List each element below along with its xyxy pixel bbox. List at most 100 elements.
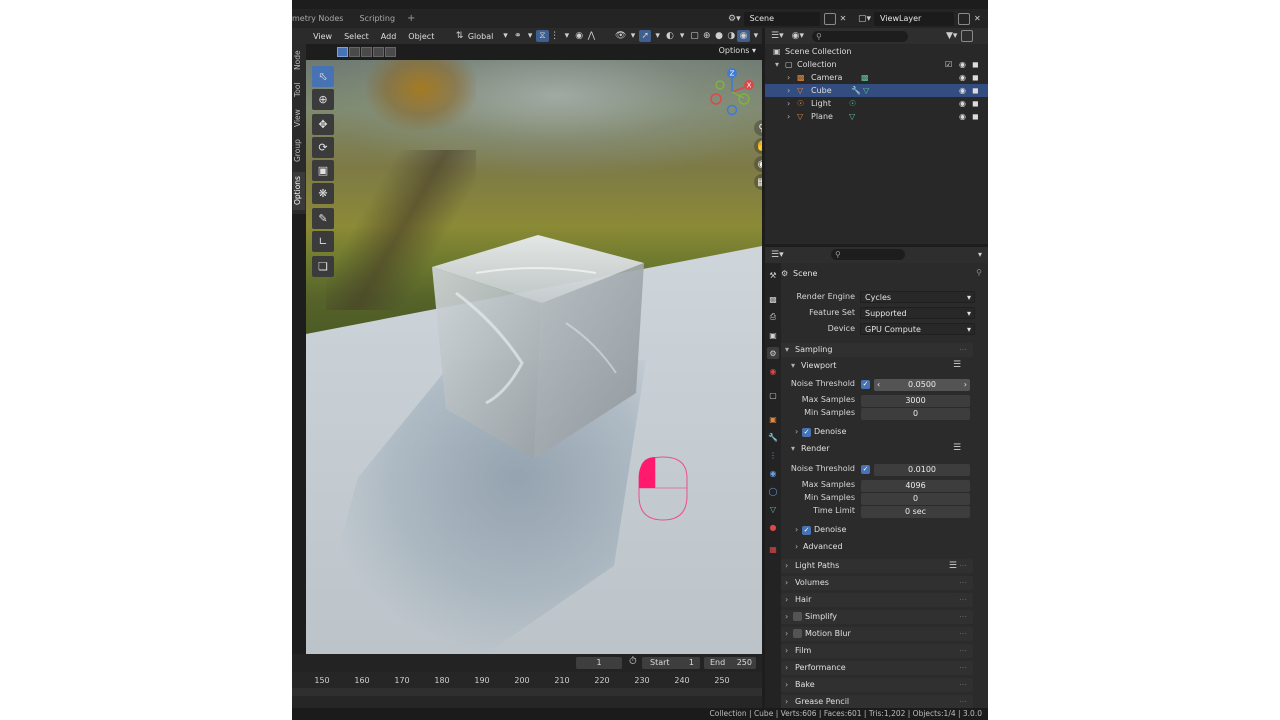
view-layer-tab-icon[interactable]: ▣ (767, 329, 779, 341)
chevron-down-icon[interactable]: ▾ (676, 30, 688, 42)
gizmo-toggle-icon[interactable]: ➚ (639, 30, 652, 42)
chevron-down-icon[interactable]: ▾ (524, 30, 536, 42)
eye-icon[interactable]: ◉ (959, 110, 966, 123)
move-tool-icon[interactable]: ✥ (312, 114, 334, 135)
ice-cube-object[interactable] (426, 233, 652, 463)
measure-tool-icon[interactable]: ∟ (312, 231, 334, 252)
grease-pencil-panel-header[interactable]: › Grease Pencil ⋯ (781, 695, 973, 708)
render-noise-threshold-field[interactable]: 0.0100 (874, 464, 970, 476)
menu-select[interactable]: Select (338, 32, 375, 41)
transform-tool-icon[interactable]: ❋ (312, 183, 334, 204)
menu-object[interactable]: Object (402, 32, 440, 41)
sampling-panel-header[interactable]: ▾ Sampling ⋯ (781, 343, 973, 357)
rotate-tool-icon[interactable]: ⟳ (312, 137, 334, 158)
start-frame-field[interactable]: Start 1 (642, 657, 700, 669)
modifier-tab-icon[interactable]: 🔧 (767, 431, 779, 443)
viewport-subpanel-title[interactable]: Viewport (801, 361, 836, 370)
output-tab-icon[interactable]: ⎙ (767, 311, 779, 323)
editor-type-icon[interactable]: ☰▾ (771, 250, 784, 260)
tab-view[interactable]: View (293, 106, 305, 130)
pivot-icon[interactable]: ⚭ (512, 30, 524, 42)
viewlayer-copy-icon[interactable] (958, 12, 971, 25)
outliner-item-light[interactable]: › ☉ Light ☉ ◉ ◼ (765, 97, 988, 110)
scene-copy-icon[interactable] (823, 12, 836, 25)
data-tab-icon[interactable]: ▽ (767, 503, 779, 515)
render-engine-dropdown[interactable]: Cycles ▾ (860, 291, 975, 303)
perspective-grid-icon[interactable]: ▦ (754, 174, 762, 190)
world-tab-icon[interactable]: ◉ (767, 365, 779, 377)
close-icon[interactable]: ✕ (840, 14, 847, 23)
presets-list-icon[interactable]: ☰ (953, 360, 961, 370)
scene-selector[interactable]: ⚙▾ Scene ✕ (728, 11, 846, 26)
chevron-down-icon[interactable]: ▾ (627, 30, 639, 42)
chevron-right-icon[interactable]: › (795, 525, 798, 534)
viewport-denoise-title[interactable]: Denoise (814, 427, 846, 436)
add-workspace-button[interactable]: + (403, 13, 419, 24)
cursor-tool-icon[interactable]: ⊕ (312, 89, 334, 110)
volumes-panel-header[interactable]: › Volumes ⋯ (781, 576, 973, 590)
film-panel-header[interactable]: › Film ⋯ (781, 644, 973, 658)
render-camera-icon[interactable]: ◼ (972, 71, 979, 84)
chevron-right-icon[interactable]: › (787, 110, 790, 123)
outliner-item-cube[interactable]: › ▽ Cube 🔧 ▽ ◉ ◼ (765, 84, 988, 97)
viewport-min-samples-field[interactable]: 0 (861, 408, 970, 420)
viewlayer-selector[interactable]: ▢▾ ViewLayer ✕ (858, 11, 981, 26)
snap-icon[interactable]: ⧖ (536, 30, 549, 42)
annotate-tool-icon[interactable]: ✎ (312, 208, 334, 229)
light-paths-panel-header[interactable]: › Light Paths ☰ ⋯ (781, 559, 973, 573)
pin-icon[interactable]: ⚲ (976, 268, 982, 277)
chevron-down-icon[interactable]: ▾ (750, 30, 762, 42)
timeline[interactable]: 150 160 170 180 190 200 210 220 230 240 … (292, 672, 762, 708)
render-camera-icon[interactable]: ◼ (972, 58, 979, 71)
viewlayer-name-field[interactable]: ViewLayer (874, 11, 955, 26)
simplify-checkbox[interactable] (793, 612, 802, 621)
tab-group[interactable]: Group (293, 134, 305, 168)
outliner-collection[interactable]: ▾ ▢ Collection ☑ ◉ ◼ (765, 58, 988, 71)
hair-panel-header[interactable]: › Hair ⋯ (781, 593, 973, 607)
close-icon[interactable]: ✕ (974, 14, 981, 23)
orientation-dropdown[interactable]: Global (466, 32, 500, 41)
viewport-noise-threshold-checkbox[interactable]: ✓ (861, 380, 870, 389)
object-tab-icon[interactable]: ▣ (767, 413, 779, 425)
options-dropdown[interactable]: Options ▾ (719, 46, 756, 55)
overlay-icon[interactable]: ◐ (664, 30, 676, 42)
chevron-down-icon[interactable]: ▾ (791, 361, 795, 370)
render-max-samples-field[interactable]: 4096 (861, 480, 970, 492)
viewport-noise-threshold-field[interactable]: ‹ 0.0500 › (874, 379, 970, 391)
viewport-denoise-checkbox[interactable]: ✓ (802, 428, 811, 437)
menu-add[interactable]: Add (375, 32, 403, 41)
motion-blur-checkbox[interactable] (793, 629, 802, 638)
advanced-subpanel-title[interactable]: Advanced (803, 542, 843, 551)
display-mode-icon[interactable]: ◉▾ (792, 31, 804, 41)
select-new-icon[interactable] (337, 47, 348, 57)
chevron-down-icon[interactable]: ▾ (978, 250, 982, 259)
viewport-max-samples-field[interactable]: 3000 (861, 395, 970, 407)
properties-search-input[interactable]: ⚲ (831, 249, 905, 260)
select-subtract-icon[interactable] (361, 47, 372, 57)
stopwatch-icon[interactable]: ⏱ (629, 656, 637, 667)
visibility-icon[interactable]: 👁 (615, 30, 627, 42)
rendered-shading-icon[interactable]: ◉ (737, 30, 750, 42)
render-min-samples-field[interactable]: 0 (861, 493, 970, 505)
chevron-right-icon[interactable]: › (795, 427, 798, 436)
outliner-item-camera[interactable]: › ▩ Camera ▩ ◉ ◼ (765, 71, 988, 84)
render-camera-icon[interactable]: ◼ (972, 110, 979, 123)
render-tab-icon[interactable]: ▩ (767, 293, 779, 305)
chevron-right-icon[interactable]: › (787, 71, 790, 84)
proportional-edit-icon[interactable]: ◉ (573, 30, 585, 42)
tab-options[interactable]: Options (293, 172, 305, 210)
render-camera-icon[interactable]: ◼ (972, 84, 979, 97)
editor-type-icon[interactable]: ☰▾ (771, 31, 784, 41)
chevron-down-icon[interactable]: ▾ (775, 58, 779, 71)
solid-shading-icon[interactable]: ● (713, 30, 725, 42)
tab-node[interactable]: Node (293, 46, 305, 74)
material-shading-icon[interactable]: ◑ (725, 30, 737, 42)
particles-tab-icon[interactable]: ⋮ (767, 449, 779, 461)
chevron-down-icon[interactable]: ▾ (791, 444, 795, 453)
tab-tool[interactable]: Tool (293, 78, 305, 102)
performance-panel-header[interactable]: › Performance ⋯ (781, 661, 973, 675)
outliner-item-plane[interactable]: › ▽ Plane ▽ ◉ ◼ (765, 110, 988, 123)
chevron-right-icon[interactable]: › (795, 542, 798, 551)
chevron-right-icon[interactable]: › (787, 97, 790, 110)
chevron-right-icon[interactable]: › (787, 84, 790, 97)
